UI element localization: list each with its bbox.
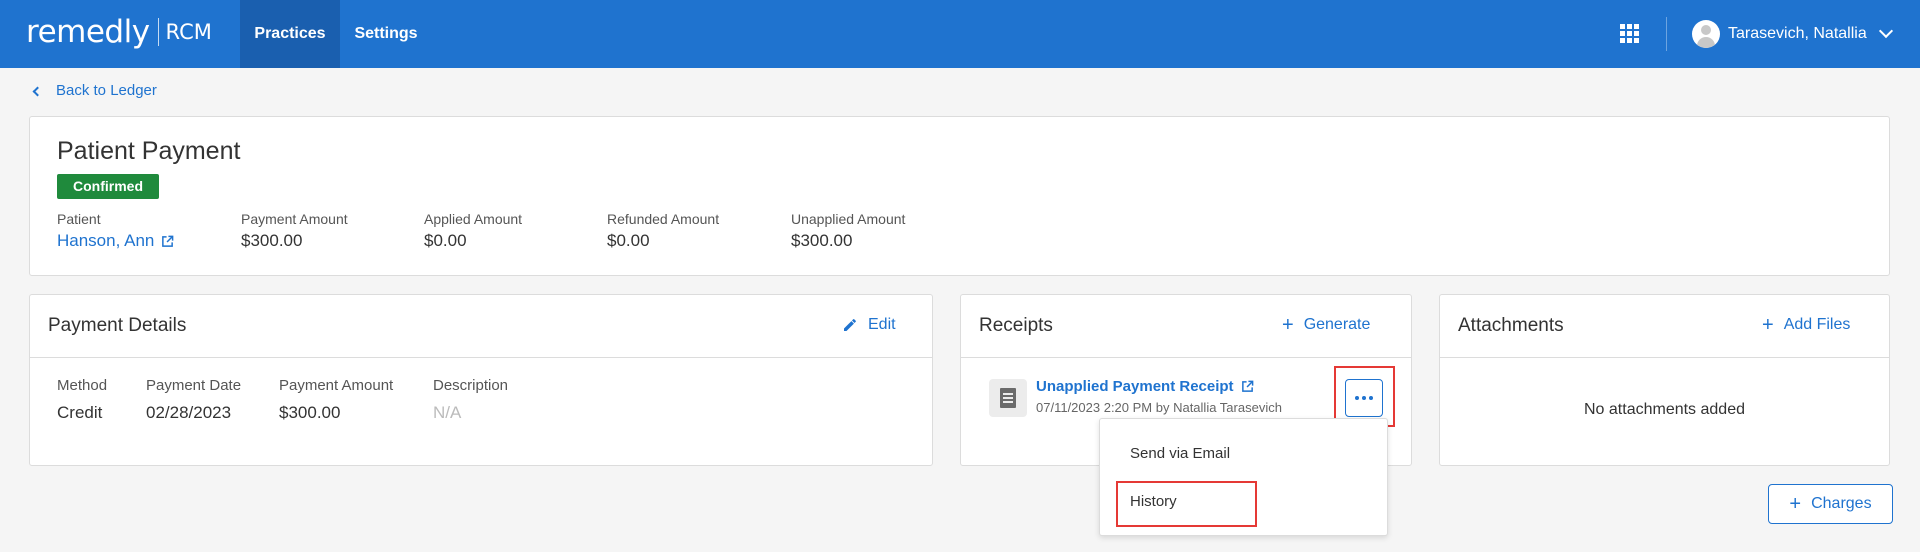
field-applied-amount: Applied Amount $0.00: [424, 211, 522, 251]
detail-label: Description: [433, 377, 509, 394]
chevron-down-icon: [1878, 23, 1893, 39]
field-value: $300.00: [791, 231, 853, 250]
plus-icon: +: [1282, 314, 1294, 336]
tab-practices[interactable]: Practices: [240, 0, 340, 68]
user-name: Tarasevich, Natallia: [1728, 25, 1867, 42]
detail-payment-date: Payment Date 02/28/2023: [146, 377, 241, 423]
field-refunded-amount: Refunded Amount $0.00: [607, 211, 719, 251]
payment-summary-card: Patient Payment Confirmed Patient Hanson…: [29, 116, 1890, 276]
field-patient: Patient Hanson, Ann: [57, 211, 174, 251]
receipt-meta: 07/11/2023 2:20 PM by Natallia Tarasevic…: [1036, 400, 1282, 415]
detail-payment-amount: Payment Amount $300.00: [279, 377, 393, 423]
detail-description: Description N/A: [433, 377, 508, 423]
edit-label: Edit: [868, 316, 896, 333]
field-label: Payment Amount: [241, 211, 348, 227]
generate-button[interactable]: + Generate: [1282, 314, 1371, 336]
tab-settings[interactable]: Settings: [340, 0, 432, 68]
app-logo[interactable]: remedly RCM: [26, 14, 212, 50]
attachments-card: Attachments + Add Files No attachments a…: [1439, 294, 1890, 466]
add-files-label: Add Files: [1783, 316, 1851, 333]
chevron-left-icon: [32, 86, 43, 96]
generate-label: Generate: [1303, 316, 1371, 333]
logo-divider: [157, 18, 159, 46]
detail-label: Method: [57, 377, 108, 394]
field-label: Unapplied Amount: [791, 211, 906, 227]
card-header: Attachments + Add Files: [1440, 295, 1889, 358]
grid-icon[interactable]: [1620, 24, 1640, 44]
external-link-icon: [1241, 380, 1253, 392]
edit-button[interactable]: Edit: [842, 316, 896, 334]
detail-label: Payment Amount: [279, 377, 394, 394]
plus-icon: +: [1762, 314, 1774, 336]
patient-link[interactable]: Hanson, Ann: [57, 231, 174, 251]
empty-attachments-text: No attachments added: [1584, 401, 1745, 418]
patient-name: Hanson, Ann: [57, 231, 155, 250]
payment-details-card: Payment Details Edit Method Credit Payme…: [29, 294, 933, 466]
add-files-button[interactable]: + Add Files: [1762, 314, 1851, 336]
external-link-icon: [162, 235, 174, 247]
back-to-ledger-link[interactable]: Back to Ledger: [32, 82, 157, 99]
detail-method: Method Credit: [57, 377, 107, 423]
page-title: Patient Payment: [57, 137, 241, 165]
card-title: Receipts: [979, 315, 1053, 336]
field-label: Applied Amount: [424, 211, 523, 227]
card-header: Payment Details Edit: [30, 295, 932, 358]
field-value: $300.00: [241, 231, 303, 250]
detail-label: Payment Date: [146, 377, 242, 394]
receipt-link[interactable]: Unapplied Payment Receipt: [1036, 378, 1254, 395]
user-menu[interactable]: Tarasevich, Natallia: [1692, 20, 1893, 48]
logo-text: remedly: [26, 14, 150, 50]
add-charges-button[interactable]: + Charges: [1768, 484, 1893, 524]
receipt-icon: [989, 379, 1027, 417]
field-label: Refunded Amount: [607, 211, 720, 227]
status-badge: Confirmed: [57, 174, 159, 199]
highlight-box-history: [1116, 481, 1257, 527]
field-unapplied-amount: Unapplied Amount $300.00: [791, 211, 905, 251]
field-value: $0.00: [424, 231, 467, 250]
menu-item-send-email[interactable]: Send via Email: [1130, 445, 1230, 462]
card-title: Payment Details: [48, 315, 187, 336]
field-value: $0.00: [607, 231, 650, 250]
top-nav: remedly RCM Practices Settings Tarasevic…: [0, 0, 1920, 68]
receipt-name: Unapplied Payment Receipt: [1036, 378, 1234, 395]
avatar: [1692, 20, 1720, 48]
detail-value: Credit: [57, 403, 103, 422]
card-title: Attachments: [1458, 315, 1564, 336]
detail-value: N/A: [433, 403, 462, 422]
field-label: Patient: [57, 211, 101, 227]
field-payment-amount: Payment Amount $300.00: [241, 211, 348, 251]
nav-divider: [1666, 17, 1667, 51]
charges-label: Charges: [1811, 495, 1872, 512]
detail-value: $300.00: [279, 403, 341, 422]
card-header: Receipts + Generate: [961, 295, 1411, 358]
logo-subtext: RCM: [165, 20, 212, 44]
detail-value: 02/28/2023: [146, 403, 232, 422]
pencil-icon: [844, 319, 856, 331]
plus-icon: +: [1789, 493, 1802, 515]
back-link-label: Back to Ledger: [56, 82, 157, 99]
